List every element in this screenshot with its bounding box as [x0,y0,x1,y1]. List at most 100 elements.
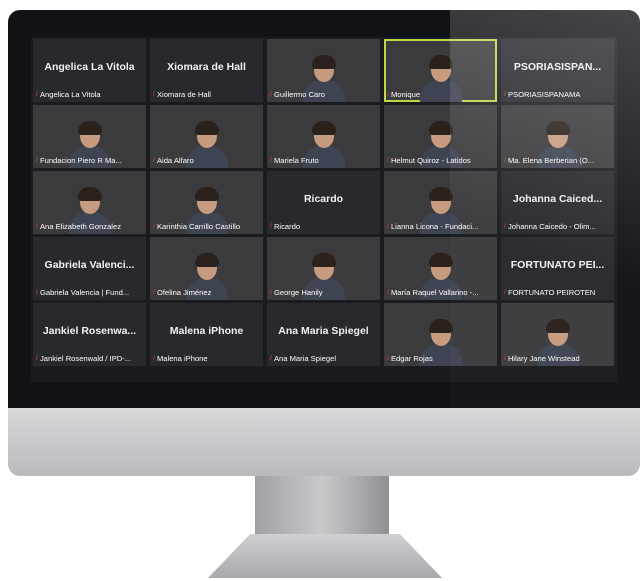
muted-mic-icon: / [270,157,272,164]
participant-name-label: / FORTUNATO PEIROTEN [504,288,612,297]
participant-display-name: Jankiel Rosenwa... [42,325,137,337]
participant-tile[interactable]: Angelica La Vitola / Angelica La Vitola [33,39,146,102]
muted-mic-icon: / [153,289,155,296]
participant-tile[interactable]: Jankiel Rosenwa... / Jankiel Rosenwald / I… [33,303,146,366]
participant-tile[interactable]: / María Raquel Vallarino -... [384,237,497,300]
muted-mic-icon: / [153,223,155,230]
participant-name-label: / Xiomara de Hall [153,90,261,99]
monitor-bezel: Angelica La Vitola / Angelica La Vitola Xio… [8,10,640,408]
participant-display-name: Gabriela Valenci... [44,259,135,271]
participant-display-name: Angelica La Vitola [44,61,135,73]
participant-name: FORTUNATO PEIROTEN [507,288,596,297]
muted-mic-icon: / [387,91,389,98]
muted-mic-icon: / [504,289,506,296]
muted-mic-icon: / [153,91,155,98]
participant-name-label: / Helmut Quiroz - Latidos [387,156,495,165]
participant-tile[interactable]: / Guillermo Caro [267,39,380,102]
monitor-chin [8,408,640,476]
participant-name-label: / Aida Alfaro [153,156,261,165]
participant-display-name: Malena iPhone [169,325,244,337]
muted-mic-icon: / [36,91,38,98]
participant-name-label: / Angelica La Vitola [36,90,144,99]
participant-name-label: / Johanna Caicedo - Olim... [504,222,612,231]
participant-tile[interactable]: / Ofelina Jiménez [150,237,263,300]
participant-name-label: / Ofelina Jiménez [153,288,261,297]
participant-name: Monique [390,90,421,99]
participant-tile[interactable]: Ana Maria Spiegel / Ana Maria Spiegel [267,303,380,366]
participant-name-label: / Fundacion Piero R Ma... [36,156,144,165]
muted-mic-icon: / [504,91,506,98]
participant-tile[interactable]: / Helmut Quiroz - Latidos [384,105,497,168]
muted-mic-icon: / [270,289,272,296]
participant-tile[interactable]: / Aida Alfaro [150,105,263,168]
participant-display-name: FORTUNATO PEI... [510,259,605,271]
participant-name: Helmut Quiroz - Latidos [390,156,471,165]
participant-tile[interactable]: / Lianna Licona - Fundaci... [384,171,497,234]
muted-mic-icon: / [153,157,155,164]
participant-name-label: / Ma. Elena Berberian (O... [504,156,612,165]
participant-name: PSORIASISPANAMA [507,90,581,99]
participant-name: Ana Maria Spiegel [273,354,337,363]
muted-mic-icon: / [36,223,38,230]
participant-name-label: / Malena iPhone [153,354,261,363]
participant-tile[interactable]: Xiomara de Hall / Xiomara de Hall [150,39,263,102]
participant-name-label: / Guillermo Caro [270,90,378,99]
muted-mic-icon: / [504,223,506,230]
participant-name: Johanna Caicedo - Olim... [507,222,596,231]
participant-tile[interactable]: Gabriela Valenci... / Gabriela Valencia | … [33,237,146,300]
participant-name-label: / George Hanily [270,288,378,297]
participant-tile[interactable]: / Hilary Jane Winstead [501,303,614,366]
participant-tile[interactable]: Malena iPhone / Malena iPhone [150,303,263,366]
muted-mic-icon: / [270,91,272,98]
monitor-stand-neck [255,476,389,536]
participant-name: Xiomara de Hall [156,90,211,99]
participant-display-name: Xiomara de Hall [167,61,246,73]
participant-name: George Hanily [273,288,323,297]
muted-mic-icon: / [387,157,389,164]
participant-tile[interactable]: Johanna Caiced... / Johanna Caicedo - Olim… [501,171,614,234]
participant-tile[interactable]: / Mariela Fruto [267,105,380,168]
participant-tile[interactable]: / Ma. Elena Berberian (O... [501,105,614,168]
muted-mic-icon: / [504,157,506,164]
participant-tile[interactable]: / Fundacion Piero R Ma... [33,105,146,168]
participant-name-label: / Jankiel Rosenwald / IPD-... [36,354,144,363]
participant-name-label: / Edgar Rojas [387,354,495,363]
participant-name-label: / María Raquel Vallarino -... [387,288,495,297]
participant-name: Ricardo [273,222,301,231]
participant-name: María Raquel Vallarino -... [390,288,479,297]
muted-mic-icon: / [270,355,272,362]
participant-name-label: / PSORIASISPANAMA [504,90,612,99]
participant-display-name: PSORIASISPAN... [513,61,602,73]
participant-tile[interactable]: Ricardo / Ricardo [267,171,380,234]
participant-name-label: / Hilary Jane Winstead [504,354,612,363]
participant-name: Guillermo Caro [273,90,326,99]
participant-tile[interactable]: / Ana Elizabeth Gonzalez [33,171,146,234]
participant-name: Mariela Fruto [273,156,319,165]
participant-name: Ma. Elena Berberian (O... [507,156,595,165]
muted-mic-icon: / [36,289,38,296]
muted-mic-icon: / [387,289,389,296]
participant-name: Ofelina Jiménez [156,288,212,297]
participant-name: Lianna Licona - Fundaci... [390,222,479,231]
participant-tile[interactable]: PSORIASISPAN... / PSORIASISPANAMA [501,39,614,102]
participant-tile[interactable]: / Karinthia Carrillo Castillo [150,171,263,234]
muted-mic-icon: / [36,157,38,164]
participant-name-label: / Lianna Licona - Fundaci... [387,222,495,231]
participant-name: Fundacion Piero R Ma... [39,156,122,165]
muted-mic-icon: / [504,355,506,362]
participant-name: Edgar Rojas [390,354,433,363]
participant-tile[interactable]: / Monique [384,39,497,102]
participant-tile[interactable]: / Edgar Rojas [384,303,497,366]
participant-tile[interactable]: / George Hanily [267,237,380,300]
muted-mic-icon: / [153,355,155,362]
monitor-stand-base [208,534,442,578]
participant-tile[interactable]: FORTUNATO PEI... / FORTUNATO PEIROTEN [501,237,614,300]
participant-name-label: / Ana Elizabeth Gonzalez [36,222,144,231]
participant-name: Jankiel Rosenwald / IPD-... [39,354,132,363]
participant-name-label: / Mariela Fruto [270,156,378,165]
participant-name: Aida Alfaro [156,156,194,165]
monitor: Angelica La Vitola / Angelica La Vitola Xio… [8,10,640,476]
participant-name-label: / Gabriela Valencia | Fund... [36,288,144,297]
participant-name-label: / Ana Maria Spiegel [270,354,378,363]
participant-name-label: / Karinthia Carrillo Castillo [153,222,261,231]
